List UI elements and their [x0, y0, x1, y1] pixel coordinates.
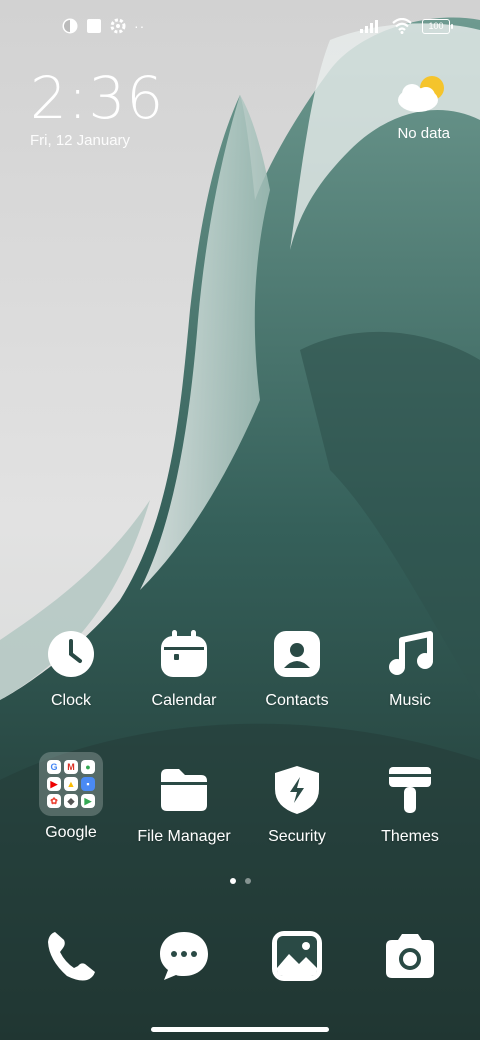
app-label: Contacts	[265, 692, 329, 709]
messages-icon	[160, 932, 208, 980]
widget-date: Fri, 12 January	[30, 132, 131, 149]
meet-icon: ▪	[81, 777, 95, 791]
system-icons: 100	[360, 18, 453, 34]
wallpaper	[0, 0, 480, 1040]
app-label: Security	[268, 828, 326, 845]
weather-widget[interactable]: No data	[394, 72, 450, 142]
shield-bolt-icon	[267, 760, 327, 820]
maps-icon: ●	[81, 760, 95, 774]
app-clock[interactable]: Clock	[15, 624, 127, 710]
app-music[interactable]: Music	[354, 624, 466, 710]
dock-gallery[interactable]	[269, 928, 325, 984]
app-label: Music	[389, 692, 431, 709]
more-notifications-dots-icon: ··	[134, 18, 146, 34]
youtube-icon: ▶	[47, 777, 61, 791]
paint-roller-icon	[380, 760, 440, 820]
notification-icons: ··	[62, 18, 145, 34]
app-label: Clock	[50, 692, 91, 709]
partly-cloudy-icon	[398, 76, 444, 112]
drive-icon: ▲	[64, 777, 78, 791]
music-note-icon	[380, 624, 440, 684]
play-store-icon: ▶	[81, 794, 95, 808]
signal-icon	[360, 20, 378, 33]
page-dot	[244, 878, 251, 884]
clock-widget[interactable]: 2:36 Fri, 12 January	[30, 66, 164, 149]
page-dot-active	[229, 878, 236, 884]
notification-app-icon	[62, 18, 78, 34]
app-label: Calendar	[151, 692, 217, 709]
weather-status: No data	[397, 125, 450, 142]
app-security[interactable]: Security	[241, 760, 353, 846]
app-label: Themes	[381, 828, 439, 845]
folder-icon	[154, 760, 214, 820]
widget-time: 2:36	[30, 64, 165, 132]
home-indicator-bar[interactable]	[151, 1027, 329, 1032]
app-calendar[interactable]: Calendar	[128, 624, 240, 710]
gallery-icon	[272, 931, 322, 981]
camera-icon	[386, 934, 434, 978]
settings-gear-icon	[110, 18, 126, 34]
wifi-icon	[392, 18, 412, 34]
app-file-manager[interactable]: File Manager	[128, 760, 240, 846]
assistant-icon: ◆	[64, 794, 78, 808]
app-contacts[interactable]: Contacts	[241, 624, 353, 710]
app-themes[interactable]: Themes	[354, 760, 466, 846]
dock-messages[interactable]	[156, 928, 212, 984]
app-label: Google	[45, 824, 97, 841]
google-folder-icon: G M ● ▶ ▲ ▪ ✿ ◆ ▶	[39, 752, 103, 816]
battery-icon: 100	[422, 18, 453, 34]
app-label: File Manager	[137, 828, 231, 845]
contacts-icon	[267, 624, 327, 684]
app-google-folder[interactable]: G M ● ▶ ▲ ▪ ✿ ◆ ▶ Google	[15, 752, 127, 842]
page-indicator	[0, 878, 480, 884]
dock-camera[interactable]	[382, 928, 438, 984]
phone-icon	[48, 932, 95, 981]
square-notification-icon	[87, 19, 101, 33]
google-g-icon: G	[47, 760, 61, 774]
status-bar: ·· 100	[0, 0, 480, 56]
calendar-icon	[154, 624, 214, 684]
clock-icon	[41, 624, 101, 684]
dock-phone[interactable]	[43, 928, 99, 984]
gmail-icon: M	[64, 760, 78, 774]
photos-icon: ✿	[47, 794, 61, 808]
